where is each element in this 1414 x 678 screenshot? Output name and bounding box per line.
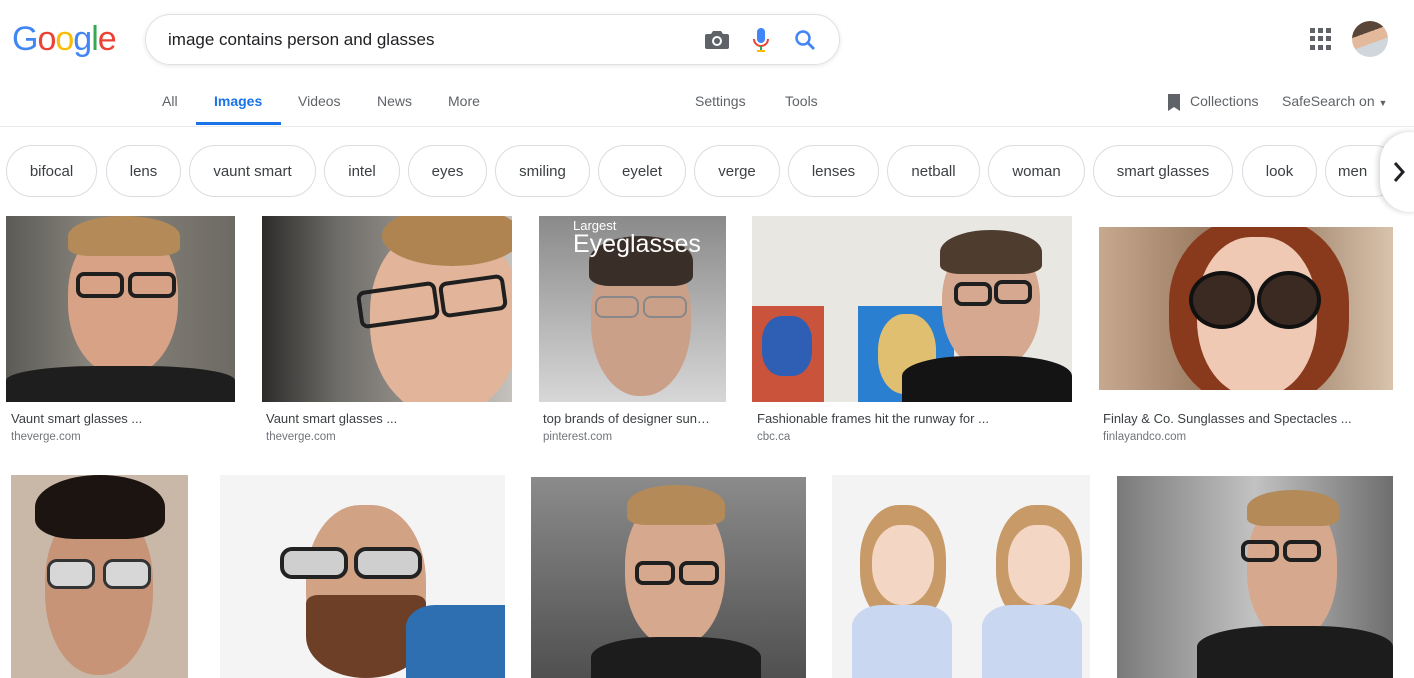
result-source-3: pinterest.com <box>543 431 613 443</box>
chip-eyes[interactable]: eyes <box>408 145 487 197</box>
tab-settings[interactable]: Settings <box>695 93 746 109</box>
safesearch-toggle[interactable]: SafeSearch on ▼ <box>1282 93 1387 109</box>
logo-letter-g2: g <box>73 20 92 58</box>
chip-woman[interactable]: woman <box>988 145 1085 197</box>
chip-smart-glasses[interactable]: smart glasses <box>1093 145 1233 197</box>
chip-smiling[interactable]: smiling <box>495 145 590 197</box>
result-source-2: theverge.com <box>266 431 336 443</box>
chip-bifocal[interactable]: bifocal <box>6 145 97 197</box>
tab-more[interactable]: More <box>448 93 480 109</box>
result-caption-2[interactable]: Vaunt smart glasses ... <box>266 411 397 426</box>
result-image-5[interactable] <box>1099 227 1393 390</box>
result-caption-3[interactable]: top brands of designer sun… <box>543 411 710 426</box>
result-source-1: theverge.com <box>11 431 81 443</box>
result-image-8[interactable] <box>531 477 806 678</box>
chip-intel[interactable]: intel <box>324 145 400 197</box>
result-caption-4[interactable]: Fashionable frames hit the runway for ..… <box>757 411 989 426</box>
logo-letter-g: G <box>12 20 38 58</box>
chip-look[interactable]: look <box>1242 145 1317 197</box>
result-caption-5[interactable]: Finlay & Co. Sunglasses and Spectacles .… <box>1103 411 1352 426</box>
tab-videos[interactable]: Videos <box>298 93 341 109</box>
search-box[interactable]: image contains person and glasses <box>145 14 840 65</box>
tab-images[interactable]: Images <box>214 93 262 109</box>
logo-letter-o2: o <box>55 20 74 58</box>
apps-grid-icon[interactable] <box>1310 28 1332 50</box>
chip-lens[interactable]: lens <box>106 145 181 197</box>
result-image-6[interactable] <box>11 475 188 678</box>
chip-lenses[interactable]: lenses <box>788 145 879 197</box>
tab-news[interactable]: News <box>377 93 412 109</box>
chip-scroll-next-button[interactable] <box>1380 132 1414 212</box>
result-image-1[interactable] <box>6 216 235 402</box>
chip-vaunt-smart[interactable]: vaunt smart <box>189 145 316 197</box>
result-source-5: finlayandco.com <box>1103 431 1187 443</box>
chevron-right-icon <box>1393 162 1406 182</box>
logo-letter-e: e <box>97 20 117 58</box>
result-image-7[interactable] <box>220 475 505 678</box>
search-icon[interactable] <box>791 26 819 54</box>
result-image-10[interactable] <box>1117 476 1393 678</box>
tab-all[interactable]: All <box>162 93 178 109</box>
chip-verge[interactable]: verge <box>694 145 780 197</box>
result-source-4: cbc.ca <box>757 431 791 443</box>
search-tabs: All Images Videos News More Settings Too… <box>0 84 1414 127</box>
logo-letter-o1: o <box>37 20 56 58</box>
chip-eyelet[interactable]: eyelet <box>598 145 686 197</box>
microphone-icon[interactable] <box>747 26 775 54</box>
active-tab-indicator <box>196 122 281 125</box>
search-input[interactable]: image contains person and glasses <box>168 30 703 50</box>
overlay-big-text: Eyeglasses <box>573 230 701 258</box>
result-image-4[interactable] <box>752 216 1072 402</box>
result-image-9[interactable] <box>832 475 1090 678</box>
result-caption-1[interactable]: Vaunt smart glasses ... <box>11 411 142 426</box>
chip-netball[interactable]: netball <box>887 145 980 197</box>
collections-link[interactable]: Collections <box>1190 93 1258 109</box>
avatar[interactable] <box>1352 21 1388 57</box>
bookmark-icon <box>1168 94 1180 111</box>
safesearch-label: SafeSearch on <box>1282 93 1375 109</box>
tab-tools[interactable]: Tools <box>785 93 818 109</box>
camera-icon[interactable] <box>703 26 731 54</box>
result-image-3[interactable]: Largest Eyeglasses <box>539 216 726 402</box>
google-logo[interactable]: Google <box>12 20 117 59</box>
caret-down-icon: ▼ <box>1378 98 1388 108</box>
result-image-2[interactable] <box>262 216 512 402</box>
